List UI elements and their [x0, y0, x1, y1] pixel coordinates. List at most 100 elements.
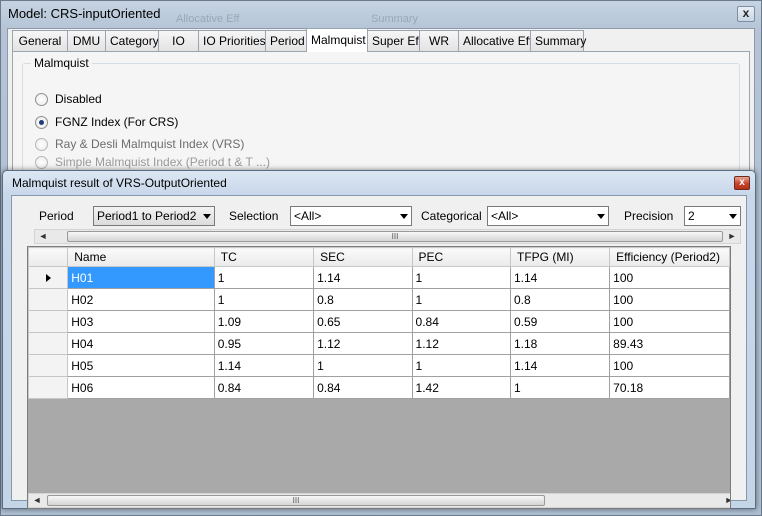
cell-tfpg[interactable]: 1.14 — [509, 266, 611, 289]
tab-io-priorities[interactable]: IO Priorities — [198, 30, 266, 52]
radio-label: Disabled — [55, 92, 102, 106]
row-header[interactable] — [28, 310, 69, 333]
close-icon: x — [739, 177, 745, 188]
cell-pec[interactable]: 1 — [411, 266, 511, 289]
tab-super-eff[interactable]: Super Eff — [367, 30, 422, 52]
dialog-client: Period Period1 to Period2 Selection <All… — [11, 195, 747, 509]
chevron-down-icon — [399, 207, 408, 225]
radio-partially-hidden[interactable]: Simple Malmquist Index (Period t & T ...… — [35, 155, 270, 169]
radio-disabled[interactable]: Disabled — [35, 92, 102, 106]
cell-name[interactable]: H06 — [67, 376, 215, 399]
cell-efficiency[interactable]: 89.43 — [609, 332, 730, 355]
tab-period[interactable]: Period — [265, 30, 307, 52]
grid-horizontal-scrollbar[interactable]: ◄ III ► — [28, 493, 730, 508]
close-icon: x — [742, 6, 750, 20]
cell-efficiency[interactable]: 100 — [609, 288, 730, 311]
radio-fgnz-index[interactable]: FGNZ Index (For CRS) — [35, 115, 178, 129]
period-label: Period — [39, 209, 74, 223]
column-header-pec[interactable]: PEC — [411, 247, 511, 267]
table-row[interactable]: H04 0.95 1.12 1.12 1.18 89.43 — [28, 332, 730, 355]
cell-tc[interactable]: 1 — [213, 288, 315, 311]
cell-pec[interactable]: 1 — [411, 288, 511, 311]
cell-tc[interactable]: 0.84 — [213, 376, 315, 399]
main-window-titlebar[interactable]: Model: CRS-inputOriented Allocative Eff … — [1, 1, 761, 27]
scroll-left-icon[interactable]: ◄ — [29, 494, 45, 507]
scroll-right-icon[interactable]: ► — [721, 494, 730, 507]
table-row[interactable]: H03 1.09 0.65 0.84 0.59 100 — [28, 310, 730, 333]
cell-sec[interactable]: 1.12 — [313, 332, 413, 355]
selection-value: <All> — [294, 209, 322, 223]
scroll-left-icon[interactable]: ◄ — [35, 230, 51, 243]
scroll-right-icon[interactable]: ► — [724, 230, 740, 243]
tab-category[interactable]: Category — [105, 30, 159, 52]
cell-sec[interactable]: 1 — [313, 354, 413, 377]
cell-tfpg[interactable]: 0.8 — [509, 288, 611, 311]
radio-ray-desli-index[interactable]: Ray & Desli Malmquist Index (VRS) — [35, 137, 244, 151]
cell-efficiency[interactable]: 100 — [609, 266, 730, 289]
column-header-tfpg[interactable]: TFPG (MI) — [509, 247, 611, 267]
cell-tfpg[interactable]: 0.59 — [509, 310, 611, 333]
column-header-sec[interactable]: SEC — [313, 247, 413, 267]
table-row[interactable]: H02 1 0.8 1 0.8 100 — [28, 288, 730, 311]
scrollbar-thumb[interactable]: III — [47, 495, 545, 506]
row-header[interactable] — [28, 354, 69, 377]
cell-efficiency[interactable]: 100 — [609, 354, 730, 377]
row-header[interactable] — [28, 288, 69, 311]
cell-tfpg[interactable]: 1 — [509, 376, 611, 399]
row-header[interactable] — [28, 376, 69, 399]
cell-tfpg[interactable]: 1.18 — [509, 332, 611, 355]
categorical-dropdown[interactable]: <All> — [487, 206, 609, 226]
precision-label: Precision — [624, 209, 674, 223]
cell-efficiency[interactable]: 70.18 — [609, 376, 730, 399]
cell-efficiency[interactable]: 100 — [609, 310, 730, 333]
radio-icon — [35, 137, 48, 151]
results-table: Name TC SEC PEC TFPG (MI) Efficiency (Pe… — [28, 247, 730, 399]
tab-strip: General DMU Category IO IO Priorities Pe… — [12, 28, 586, 52]
tab-allocative-eff[interactable]: Allocative Eff — [458, 30, 532, 52]
top-horizontal-scrollbar[interactable]: ◄ III ► — [34, 229, 741, 244]
cell-pec[interactable]: 1.42 — [411, 376, 511, 399]
tab-wr[interactable]: WR — [419, 30, 459, 52]
row-header[interactable] — [28, 332, 69, 355]
row-header[interactable] — [28, 266, 69, 289]
ghost-tab-text: Allocative Eff — [176, 13, 240, 25]
categorical-label: Categorical — [421, 209, 482, 223]
cell-sec[interactable]: 0.8 — [313, 288, 413, 311]
column-header-tc[interactable]: TC — [213, 247, 315, 267]
table-row[interactable]: H05 1.14 1 1 1.14 100 — [28, 354, 730, 377]
cell-tc[interactable]: 0.95 — [213, 332, 315, 355]
tab-summary[interactable]: Summary — [530, 30, 586, 52]
cell-tfpg[interactable]: 1.14 — [509, 354, 611, 377]
table-row[interactable]: H06 0.84 0.84 1.42 1 70.18 — [28, 376, 730, 399]
tab-io[interactable]: IO — [158, 30, 199, 52]
tab-general[interactable]: General — [12, 30, 68, 52]
cell-pec[interactable]: 1.12 — [411, 332, 511, 355]
cell-tc[interactable]: 1.14 — [213, 354, 315, 377]
table-row[interactable]: H01 1 1.14 1 1.14 100 — [28, 266, 730, 289]
cell-pec[interactable]: 1 — [411, 354, 511, 377]
column-header-name[interactable]: Name — [67, 247, 215, 267]
dialog-close-button[interactable]: x — [734, 176, 750, 190]
cell-tc[interactable]: 1 — [213, 266, 315, 289]
selection-dropdown[interactable]: <All> — [290, 206, 412, 226]
column-header-efficiency[interactable]: Efficiency (Period2) — [609, 247, 730, 267]
cell-name[interactable]: H05 — [67, 354, 215, 377]
cell-tc[interactable]: 1.09 — [213, 310, 315, 333]
dialog-title: Malmquist result of VRS-OutputOriented — [12, 176, 227, 190]
cell-name[interactable]: H03 — [67, 310, 215, 333]
cell-name[interactable]: H02 — [67, 288, 215, 311]
precision-dropdown[interactable]: 2 — [684, 206, 741, 226]
main-window-close-button[interactable]: x — [737, 6, 755, 22]
scrollbar-thumb[interactable]: III — [67, 231, 723, 242]
cell-name[interactable]: H01 — [67, 266, 215, 289]
tab-dmu[interactable]: DMU — [67, 30, 106, 52]
cell-sec[interactable]: 1.14 — [313, 266, 413, 289]
cell-name[interactable]: H04 — [67, 332, 215, 355]
period-dropdown[interactable]: Period1 to Period2 — [93, 206, 215, 226]
tab-malmquist[interactable]: Malmquist — [306, 28, 368, 52]
cell-sec[interactable]: 0.65 — [313, 310, 413, 333]
cell-sec[interactable]: 0.84 — [313, 376, 413, 399]
cell-pec[interactable]: 0.84 — [411, 310, 511, 333]
period-value: Period1 to Period2 — [97, 209, 197, 223]
radio-label: Simple Malmquist Index (Period t & T ...… — [55, 155, 270, 169]
